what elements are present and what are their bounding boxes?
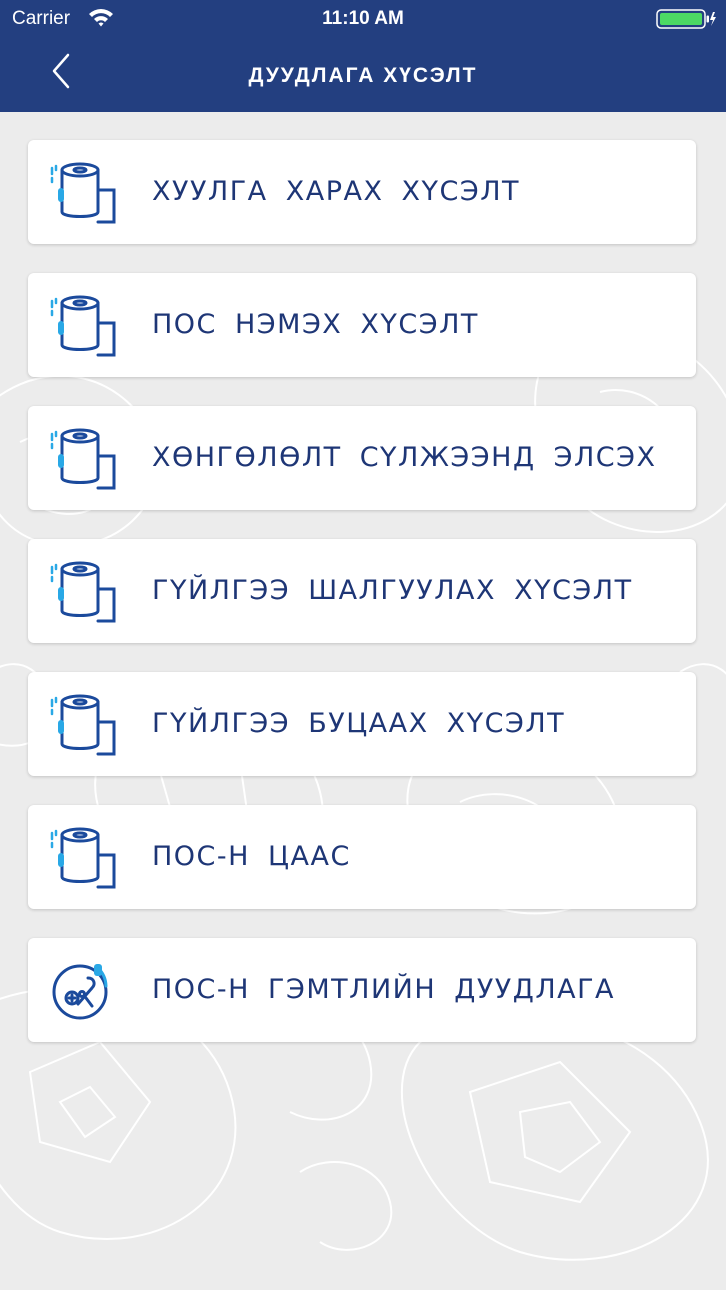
paper-roll-icon xyxy=(48,825,116,889)
menu-item-label: ПОС НЭМЭХ ХҮСЭЛТ xyxy=(152,309,479,340)
paper-roll-icon xyxy=(48,160,116,224)
menu-item-label: ГҮЙЛГЭЭ БУЦААХ ХҮСЭЛТ xyxy=(152,708,566,739)
page-title: ДУУДЛАГА ХҮСЭЛТ xyxy=(248,64,478,87)
menu-item-transaction-refund-request[interactable]: ГҮЙЛГЭЭ БУЦААХ ХҮСЭЛТ xyxy=(28,672,696,776)
menu-item-pos-paper[interactable]: ПОС-Н ЦААС xyxy=(28,805,696,909)
menu-item-label: ГҮЙЛГЭЭ ШАЛГУУЛАХ ХҮСЭЛТ xyxy=(152,575,633,606)
menu-item-discount-network[interactable]: ХӨНГӨЛӨЛТ СҮЛЖЭЭНД ЭЛСЭХ xyxy=(28,406,696,510)
repair-tools-icon xyxy=(48,958,116,1022)
menu-item-statement-request[interactable]: ХУУЛГА ХАРАХ ХҮСЭЛТ xyxy=(28,140,696,244)
menu-item-add-pos-request[interactable]: ПОС НЭМЭХ ХҮСЭЛТ xyxy=(28,273,696,377)
nav-bar: ДУУДЛАГА ХҮСЭЛТ xyxy=(0,38,726,112)
menu-item-label: ХӨНГӨЛӨЛТ СҮЛЖЭЭНД ЭЛСЭХ xyxy=(152,442,657,473)
battery-icon xyxy=(656,9,716,29)
paper-roll-icon xyxy=(48,692,116,756)
request-menu-list: ХУУЛГА ХАРАХ ХҮСЭЛТ ПОС НЭМЭХ ХҮСЭЛТ ХӨН… xyxy=(28,140,698,1071)
app-header: Carrier 11:10 AM ДУУДЛАГА ХҮСЭЛТ xyxy=(0,0,726,112)
paper-roll-icon xyxy=(48,293,116,357)
paper-roll-icon xyxy=(48,426,116,490)
menu-item-pos-repair-call[interactable]: ПОС-Н ГЭМТЛИЙН ДУУДЛАГА xyxy=(28,938,696,1042)
status-bar: Carrier 11:10 AM xyxy=(0,0,726,38)
menu-item-label: ПОС-Н ГЭМТЛИЙН ДУУДЛАГА xyxy=(152,974,616,1005)
menu-item-transaction-check-request[interactable]: ГҮЙЛГЭЭ ШАЛГУУЛАХ ХҮСЭЛТ xyxy=(28,539,696,643)
menu-item-label: ХУУЛГА ХАРАХ ХҮСЭЛТ xyxy=(152,176,521,207)
paper-roll-icon xyxy=(48,559,116,623)
status-time: 11:10 AM xyxy=(322,8,404,29)
menu-item-label: ПОС-Н ЦААС xyxy=(152,841,351,872)
